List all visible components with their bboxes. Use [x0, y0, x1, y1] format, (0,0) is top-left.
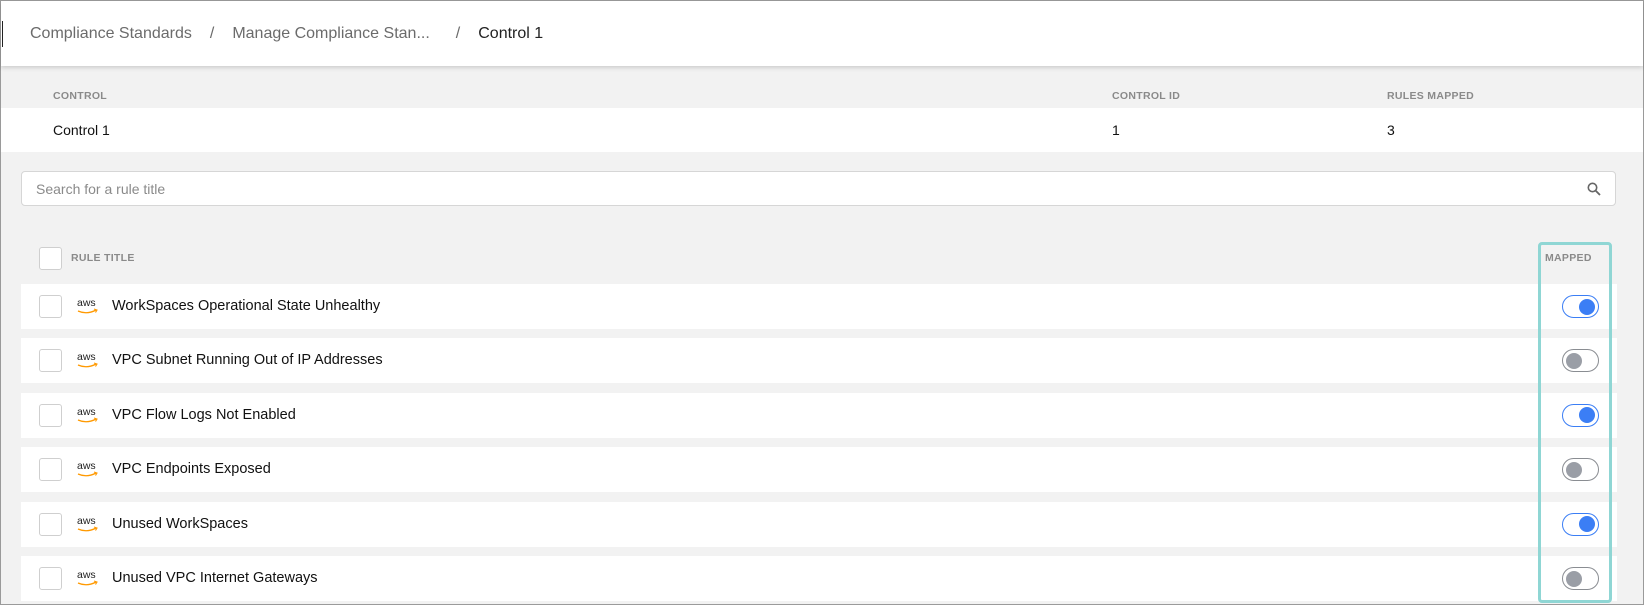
row-checkbox[interactable]	[39, 458, 62, 482]
search-input[interactable]	[36, 180, 1587, 197]
rule-title: VPC Subnet Running Out of IP Addresses	[112, 352, 383, 369]
table-row: aws VPC Endpoints Exposed	[21, 447, 1617, 493]
header-mapped: MAPPED	[1545, 252, 1592, 264]
breadcrumb-separator: /	[209, 24, 215, 42]
header-rule-title: RULE TITLE	[71, 252, 135, 264]
rule-title: Unused WorkSpaces	[112, 515, 248, 532]
rule-title: VPC Flow Logs Not Enabled	[112, 406, 296, 423]
aws-logo-icon: aws	[76, 297, 100, 315]
row-checkbox[interactable]	[39, 567, 62, 590]
table-row: aws Unused VPC Internet Gateways	[21, 556, 1617, 601]
mapped-toggle[interactable]	[1562, 567, 1599, 590]
breadcrumb-compliance-standards[interactable]: Compliance Standards	[30, 25, 192, 43]
mapped-toggle[interactable]	[1562, 458, 1599, 482]
row-checkbox[interactable]	[39, 295, 62, 318]
breadcrumb-current: Control 1	[478, 24, 544, 42]
toggle-knob	[1566, 461, 1582, 478]
rule-title: Unused VPC Internet Gateways	[112, 570, 318, 586]
breadcrumb-manage-compliance-standards[interactable]: Manage Compliance Stan...	[232, 25, 429, 43]
aws-logo-icon: aws	[76, 515, 100, 533]
row-checkbox[interactable]	[39, 512, 62, 536]
search-box	[21, 171, 1616, 206]
mapped-toggle[interactable]	[1562, 403, 1599, 427]
control-name: Control 1	[53, 122, 110, 138]
control-id: 1	[1112, 122, 1120, 138]
aws-logo-icon: aws	[76, 460, 100, 478]
toggle-knob	[1579, 298, 1595, 315]
aws-logo-icon: aws	[76, 406, 100, 424]
toggle-knob	[1579, 516, 1595, 533]
mapped-toggle[interactable]	[1562, 512, 1599, 536]
mapped-toggle[interactable]	[1562, 349, 1599, 373]
select-all-checkbox[interactable]	[39, 247, 62, 270]
rules-mapped-count: 3	[1387, 122, 1395, 138]
table-row: aws VPC Flow Logs Not Enabled	[21, 392, 1617, 438]
breadcrumb-separator: /	[455, 24, 461, 42]
header-rules-mapped: RULES MAPPED	[1387, 90, 1475, 102]
toggle-knob	[1579, 407, 1595, 424]
rules-table-header: RULE TITLE MAPPED	[1, 246, 1643, 270]
aws-logo-icon: aws	[76, 569, 100, 587]
search-icon[interactable]	[1587, 182, 1601, 196]
table-row: aws Unused WorkSpaces	[21, 501, 1617, 547]
aws-logo-icon: aws	[76, 351, 100, 369]
rule-title: VPC Endpoints Exposed	[112, 461, 271, 478]
rule-title: WorkSpaces Operational State Unhealthy	[112, 298, 381, 314]
row-checkbox[interactable]	[39, 403, 62, 427]
summary-row	[1, 108, 1643, 152]
table-row: aws WorkSpaces Operational State Unhealt…	[21, 284, 1617, 329]
header-control-id: CONTROL ID	[1112, 90, 1181, 102]
row-checkbox[interactable]	[39, 349, 62, 373]
header-control: CONTROL	[53, 90, 108, 102]
toggle-knob	[1566, 352, 1582, 369]
table-row: aws VPC Subnet Running Out of IP Address…	[21, 338, 1617, 384]
text-cursor	[2, 21, 3, 47]
mapped-toggle[interactable]	[1562, 295, 1599, 318]
toggle-knob	[1566, 570, 1582, 587]
breadcrumb: Compliance Standards / Manage Compliance…	[1, 1, 1643, 66]
